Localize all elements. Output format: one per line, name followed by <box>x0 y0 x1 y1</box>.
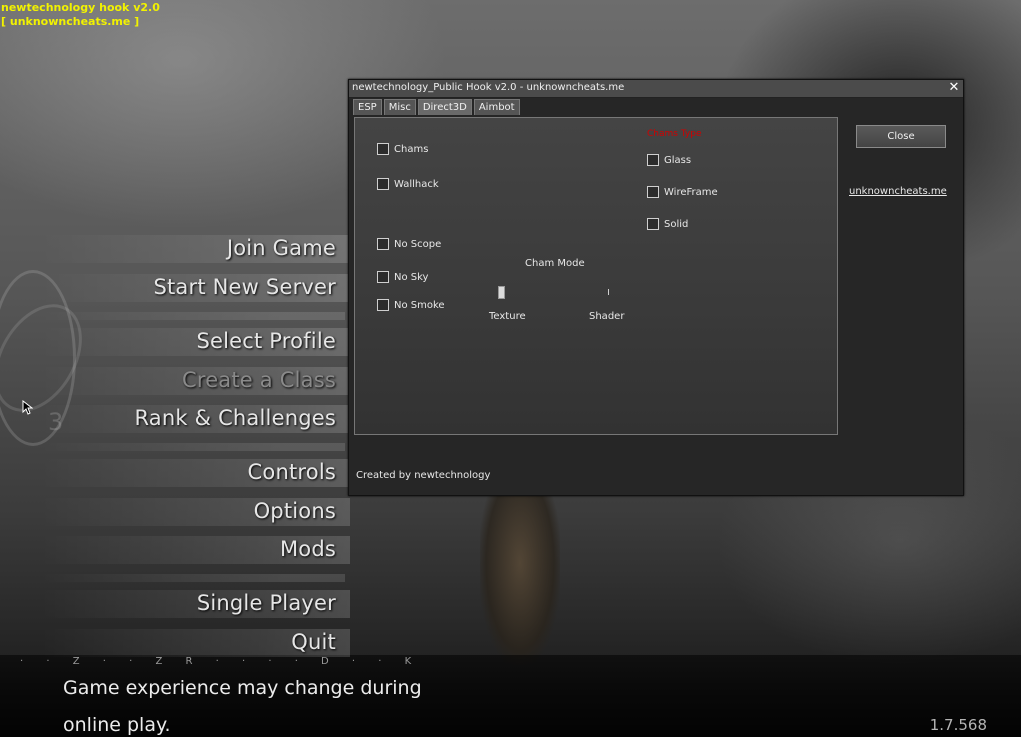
no-scope-checkbox[interactable] <box>377 238 389 250</box>
menu-divider <box>40 443 345 451</box>
hook-window-titlebar[interactable]: newtechnology_Public Hook v2.0 - unknown… <box>349 80 963 98</box>
unknowncheats-link[interactable]: unknowncheats.me <box>849 186 947 197</box>
chams-label: Chams <box>394 143 429 155</box>
cham-mode-slider-thumb[interactable] <box>498 286 505 299</box>
online-notice-line1: Game experience may change during <box>63 677 422 699</box>
online-notice-line2: online play. <box>63 714 171 736</box>
menu-item-quit[interactable]: Quit <box>291 630 336 654</box>
menu-item-select-profile[interactable]: Select Profile <box>196 329 336 353</box>
menu-item-start-new-server[interactable]: Start New Server <box>153 275 336 299</box>
menu-item-rank-challenges[interactable]: Rank & Challenges <box>134 406 336 430</box>
glass-checkbox[interactable] <box>647 154 659 166</box>
hook-tabs: ESP Misc Direct3D Aimbot <box>353 99 522 116</box>
version-label: 1.7.568 <box>929 716 987 734</box>
no-sky-checkbox[interactable] <box>377 271 389 283</box>
menu-divider <box>40 312 345 320</box>
glass-label: Glass <box>664 154 692 166</box>
menu-item-mods[interactable]: Mods <box>280 537 336 561</box>
wallhack-option[interactable]: Wallhack <box>377 178 439 190</box>
menu-item-join-game[interactable]: Join Game <box>227 236 336 260</box>
hud-strip: · · Z · · Z R · · · · D · · K <box>20 656 422 667</box>
menu-item-single-player[interactable]: Single Player <box>197 591 336 615</box>
menu-item-create-a-class: Create a Class <box>181 368 336 392</box>
solid-option[interactable]: Solid <box>647 218 688 230</box>
no-sky-label: No Sky <box>394 271 429 283</box>
wallhack-label: Wallhack <box>394 178 439 190</box>
menu-divider <box>40 574 345 582</box>
chams-type-heading: Chams Type <box>647 129 702 139</box>
hook-window: newtechnology_Public Hook v2.0 - unknown… <box>348 79 964 496</box>
close-button[interactable]: Close <box>856 125 946 148</box>
direct3d-panel: Chams Wallhack No Scope No Sky No Smoke … <box>354 117 838 435</box>
tab-esp[interactable]: ESP <box>353 99 382 115</box>
no-sky-option[interactable]: No Sky <box>377 271 428 283</box>
wireframe-checkbox[interactable] <box>647 186 659 198</box>
menu-item-controls[interactable]: Controls <box>248 460 336 484</box>
no-scope-option[interactable]: No Scope <box>377 238 441 250</box>
wireframe-label: WireFrame <box>664 186 718 198</box>
cham-mode-shader-label: Shader <box>589 311 625 322</box>
cham-mode-slider-end <box>608 289 609 295</box>
mouse-cursor-icon <box>22 399 34 418</box>
solid-label: Solid <box>664 218 689 230</box>
close-icon[interactable]: ✕ <box>947 80 961 96</box>
hook-window-title: newtechnology_Public Hook v2.0 - unknown… <box>352 82 625 93</box>
cham-mode-label: Cham Mode <box>525 258 585 269</box>
wireframe-option[interactable]: WireFrame <box>647 186 718 198</box>
chams-option[interactable]: Chams <box>377 143 428 155</box>
wallhack-checkbox[interactable] <box>377 178 389 190</box>
chams-checkbox[interactable] <box>377 143 389 155</box>
tab-aimbot[interactable]: Aimbot <box>473 99 520 115</box>
hook-overlay-title: newtechnology hook v2.0 <box>1 1 160 14</box>
no-smoke-checkbox[interactable] <box>377 299 389 311</box>
glass-option[interactable]: Glass <box>647 154 691 166</box>
menu-item-options[interactable]: Options <box>254 499 336 523</box>
no-scope-label: No Scope <box>394 238 442 250</box>
cham-mode-texture-label: Texture <box>489 311 526 322</box>
credit-text: Created by newtechnology <box>356 470 491 481</box>
solid-checkbox[interactable] <box>647 218 659 230</box>
tab-direct3d[interactable]: Direct3D <box>417 99 472 115</box>
no-smoke-option[interactable]: No Smoke <box>377 299 445 311</box>
tab-misc[interactable]: Misc <box>383 99 416 115</box>
hook-overlay-site: [ unknowncheats.me ] <box>1 15 140 28</box>
background-soldier <box>480 495 560 665</box>
no-smoke-label: No Smoke <box>394 299 445 311</box>
